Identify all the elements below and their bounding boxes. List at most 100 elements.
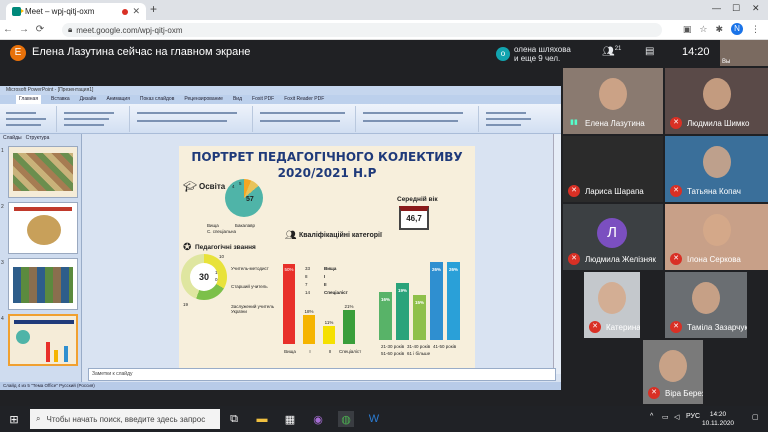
participant-name: Елена Лазутина xyxy=(585,119,645,128)
minimize-icon[interactable]: — xyxy=(712,3,721,13)
mic-muted-icon: ✕ xyxy=(670,117,682,129)
maximize-icon[interactable]: ☐ xyxy=(732,3,740,14)
participants-count: 21 xyxy=(614,46,622,52)
presenter-status: Елена Лазутина сейчас на главном экране xyxy=(32,46,251,58)
profile-avatar[interactable]: N xyxy=(731,23,743,35)
slide-edit-area: ПОРТРЕТ ПЕДАГОГІЧНОГО КОЛЕКТИВУ 2020/202… xyxy=(83,134,553,376)
forward-icon[interactable]: → xyxy=(16,24,32,35)
participant-video xyxy=(702,214,731,246)
slide-thumbnail[interactable] xyxy=(8,202,78,254)
education-legend: Бакалавр xyxy=(235,223,256,228)
qual-bar xyxy=(303,315,315,344)
participant-name: Віра Березюк xyxy=(665,389,703,398)
participant-tile[interactable]: ✕ Ілона Серкова xyxy=(665,204,768,270)
ppt-tab[interactable]: Рецензирование xyxy=(184,95,223,104)
titles-legend: Заслужений учитель України xyxy=(231,304,275,314)
new-tab-button[interactable]: + xyxy=(150,2,157,16)
slide-thumbnail-selected[interactable] xyxy=(8,314,78,366)
ppt-tab[interactable]: Показ слайдов xyxy=(140,95,174,104)
people-group-icon: 👥︎ xyxy=(285,230,297,240)
network-icon[interactable]: ▭ xyxy=(662,413,669,421)
ppt-tab[interactable]: Foxit PDF xyxy=(252,95,274,104)
participant-tile[interactable]: Л ✕ Людмила Желізняк xyxy=(563,204,663,270)
pane-tab-outline[interactable]: Структура xyxy=(26,134,50,143)
participant-video xyxy=(702,146,731,178)
qual-bar-value: 21% xyxy=(344,304,354,310)
browser-tab[interactable]: Meet – wpj-qitj-oxm ✕ xyxy=(6,3,146,20)
notes-field[interactable]: Заметки к слайду xyxy=(88,368,556,381)
self-view-tile[interactable]: Вы xyxy=(720,40,768,66)
store-icon[interactable]: ▦ xyxy=(282,411,298,427)
viber-icon[interactable]: ◉ xyxy=(310,411,326,427)
slide-title-line2: 2020/2021 Н.Р xyxy=(277,166,377,180)
ppt-tab[interactable]: Вид xyxy=(233,95,242,104)
participant-tile[interactable]: ✕ Татьяна Копач xyxy=(665,136,768,202)
chrome-icon[interactable]: ◍ xyxy=(338,411,354,427)
ppt-tab[interactable]: Главная xyxy=(16,95,42,104)
participant-video xyxy=(702,78,731,110)
graduation-cap-icon: 🎓︎ xyxy=(183,181,197,193)
participant-video xyxy=(659,350,687,382)
language-indicator[interactable]: РУС xyxy=(686,413,700,420)
ppt-tab[interactable]: Вставка xyxy=(51,95,70,104)
extensions-icon[interactable]: ✱ xyxy=(715,24,723,35)
task-view-icon[interactable]: ⧉ xyxy=(226,411,242,427)
age-legend: 41-50 років xyxy=(433,344,457,349)
participant-tile[interactable]: ✕ Віра Березюк xyxy=(643,340,703,404)
reload-icon[interactable]: ⟳ xyxy=(32,24,48,35)
participant-tile[interactable]: ✕ Лариса Шарапа xyxy=(563,136,663,202)
slides-pane: Слайды Структура 1 2 3 4 xyxy=(0,134,82,382)
taskbar-search[interactable]: ⌕ Чтобы начать поиск, введите здесь запр… xyxy=(30,409,220,429)
participant-tile[interactable]: ✕ Людмила Шимко xyxy=(665,68,768,134)
ppt-tab[interactable]: Дизайн xyxy=(80,95,97,104)
pane-tab-slides[interactable]: Слайды xyxy=(3,134,22,143)
ribbon-group-slides[interactable] xyxy=(60,106,130,132)
tab-close-icon[interactable]: ✕ xyxy=(132,6,140,17)
camera-icon[interactable]: ▣ xyxy=(683,24,692,35)
titles-center: 30 xyxy=(190,263,218,291)
education-value: 5 xyxy=(239,181,242,186)
tray-chevron-icon[interactable]: ^ xyxy=(650,413,653,420)
url-field[interactable]: 🔒︎ meet.google.com/wpj-qitj-oxm xyxy=(62,23,662,37)
raised-hands-indicator[interactable]: o олена шляхова и еще 9 чел. xyxy=(496,44,586,64)
ribbon-group-editing[interactable] xyxy=(482,106,552,132)
raised-avatar: o xyxy=(496,47,510,61)
file-explorer-icon[interactable]: ▬ xyxy=(254,411,270,427)
ribbon-group-font[interactable] xyxy=(133,106,253,132)
notifications-icon[interactable]: ▢ xyxy=(752,413,759,421)
chat-icon[interactable]: ▤ xyxy=(645,46,654,57)
qual-bar-label: I xyxy=(309,349,311,354)
ribbon-group-drawing[interactable] xyxy=(359,106,479,132)
slide-canvas[interactable]: ПОРТРЕТ ПЕДАГОГІЧНОГО КОЛЕКТИВУ 2020/202… xyxy=(179,146,475,376)
menu-icon[interactable]: ⋮ xyxy=(751,24,760,35)
titles-label: Педагогічні звання xyxy=(195,244,256,251)
slide-scrollbar[interactable] xyxy=(553,134,561,374)
close-window-icon[interactable]: ✕ xyxy=(752,3,760,14)
people-icon[interactable]: 👥︎21 xyxy=(602,46,621,57)
ribbon-group-clipboard[interactable] xyxy=(2,106,57,132)
volume-icon[interactable]: ◁ xyxy=(674,413,679,421)
participant-tile[interactable]: ✕ Таміла Зазарчук xyxy=(665,272,747,338)
qual-bar-value: 18% xyxy=(304,309,314,315)
ppt-tab[interactable]: Анимация xyxy=(106,95,129,104)
slide-thumbnail[interactable] xyxy=(8,258,78,310)
titles-value: 10 xyxy=(219,254,225,259)
taskbar-clock[interactable]: 14:20 10.11.2020 xyxy=(702,410,734,428)
age-legend: 51-60 років xyxy=(381,351,405,356)
thumb-number: 1 xyxy=(1,148,4,154)
back-icon[interactable]: ← xyxy=(0,24,16,35)
word-icon[interactable]: W xyxy=(366,411,382,427)
qual-bar-label: II xyxy=(328,349,332,354)
age-bar-value: 26% xyxy=(431,267,441,272)
thumb-number: 4 xyxy=(1,316,4,322)
ribbon-group-paragraph[interactable] xyxy=(256,106,356,132)
windows-start-icon[interactable]: ⊞ xyxy=(6,411,22,427)
slide-thumbnail[interactable] xyxy=(8,146,78,198)
ppt-tab[interactable]: Foxit Reader PDF xyxy=(284,95,324,104)
education-pie xyxy=(225,179,263,217)
participant-tile[interactable]: ▮▮ Елена Лазутина xyxy=(563,68,663,134)
participant-tile[interactable]: ✕ Катерина Михайлик xyxy=(584,272,640,338)
ppt-ribbon xyxy=(0,104,561,134)
titles-donut: 30 xyxy=(181,254,227,300)
star-icon[interactable]: ☆ xyxy=(699,24,707,35)
